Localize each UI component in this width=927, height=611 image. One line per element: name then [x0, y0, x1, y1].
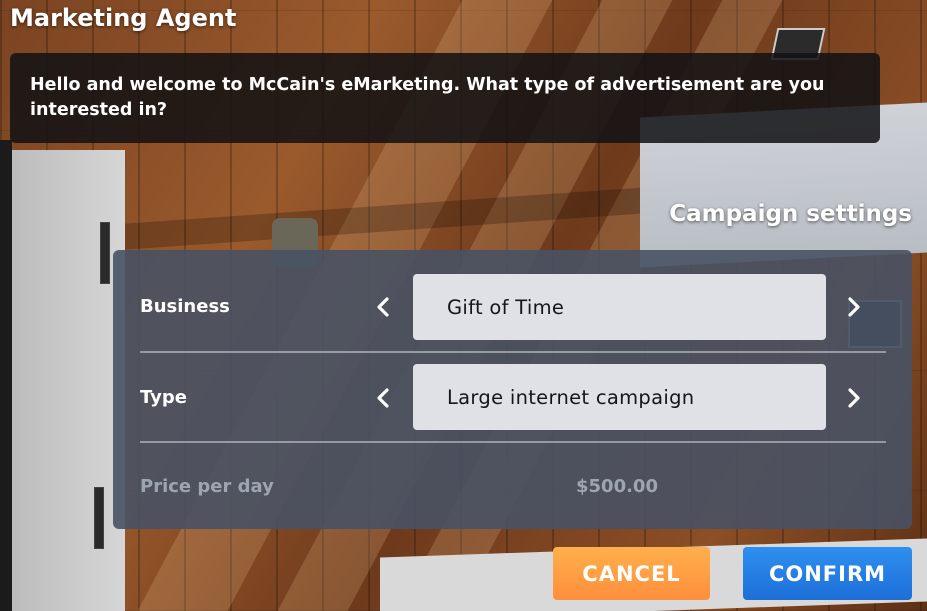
section-title: Campaign settings: [669, 201, 912, 227]
business-label: Business: [140, 296, 230, 317]
type-next-button[interactable]: [843, 384, 865, 412]
price-value: $500.00: [576, 476, 658, 497]
chevron-left-icon: [377, 388, 389, 408]
agent-dialog: Hello and welcome to McCain's eMarketing…: [10, 53, 880, 143]
price-label: Price per day: [140, 476, 274, 497]
wall-frame: [100, 222, 110, 284]
chevron-right-icon: [848, 388, 860, 408]
confirm-button[interactable]: CONFIRM: [743, 547, 912, 600]
row-divider: [140, 441, 886, 443]
type-selector[interactable]: Large internet campaign: [413, 364, 826, 430]
campaign-settings-panel: Business Gift of Time Type Large interne…: [113, 250, 912, 529]
type-prev-button[interactable]: [372, 384, 394, 412]
business-selector[interactable]: Gift of Time: [413, 274, 826, 340]
chevron-right-icon: [848, 297, 860, 317]
cancel-button[interactable]: CANCEL: [553, 547, 710, 600]
row-divider: [140, 351, 886, 353]
type-label: Type: [140, 387, 187, 408]
window-title: Marketing Agent: [10, 4, 237, 32]
left-wall: [0, 150, 125, 611]
business-next-button[interactable]: [843, 293, 865, 321]
chevron-left-icon: [377, 297, 389, 317]
business-prev-button[interactable]: [372, 293, 394, 321]
left-wall-edge: [0, 140, 12, 611]
wall-frame: [94, 487, 104, 549]
dialog-message: Hello and welcome to McCain's eMarketing…: [30, 75, 825, 120]
